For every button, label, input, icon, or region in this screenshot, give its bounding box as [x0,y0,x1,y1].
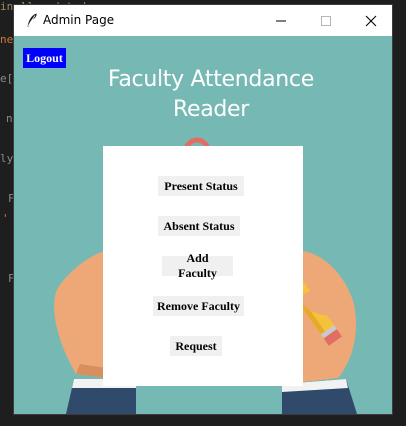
menu-panel: Present Status Absent Status Add Faculty… [103,146,303,386]
background-code-fragment: ' [2,212,9,225]
remove-faculty-button[interactable]: Remove Faculty [153,296,244,316]
logout-button[interactable]: Logout [23,48,66,68]
page-title: Faculty Attendance Reader [74,65,348,125]
maximize-button[interactable] [303,5,349,36]
window-title: Admin Page [43,13,115,27]
admin-window: Admin Page Logout Faculty Attendance Rea… [13,4,393,415]
background-code-fragment: n [6,112,13,125]
absent-status-button[interactable]: Absent Status [158,216,240,236]
maximize-icon [321,15,331,26]
page-title-line-1: Faculty Attendance [108,67,314,92]
minimize-icon [276,20,286,21]
feather-icon [27,13,37,27]
present-status-button[interactable]: Present Status [158,176,244,196]
main-canvas: Logout Faculty Attendance Reader Present… [14,36,392,414]
background-code-fragment: ne [0,33,14,46]
add-faculty-button[interactable]: Add Faculty [162,251,233,280]
close-icon [365,15,377,26]
request-button[interactable]: Request [170,336,222,356]
page-title-line-2: Reader [172,97,250,122]
minimize-button[interactable] [258,5,304,36]
close-button[interactable] [348,5,394,36]
title-bar[interactable]: Admin Page [14,5,392,36]
